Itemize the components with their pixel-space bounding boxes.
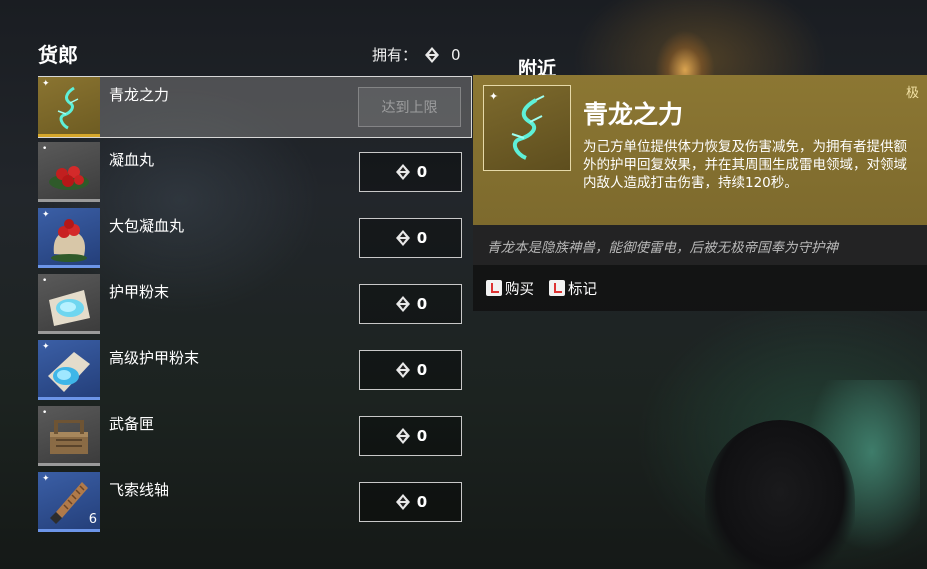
powder-icon: [49, 290, 90, 326]
item-name: 飞索线轴: [109, 481, 170, 499]
shop-item-list: ✦ 青龙之力 达到上限 • 凝血丸 0 ✦ 大包凝血丸 0 • 护甲粉末 0 ✦…: [38, 76, 472, 538]
buy-button[interactable]: 0: [359, 284, 462, 324]
grade-badge: 极: [905, 86, 919, 101]
buy-button[interactable]: 0: [359, 152, 462, 192]
shop-item-row[interactable]: • 护甲粉末 0: [38, 274, 472, 340]
limit-reached-button: 达到上限: [358, 87, 461, 127]
owned-currency: 拥有： 0: [372, 44, 461, 65]
buy-action[interactable]: 购买: [486, 278, 534, 299]
crate-icon: [50, 420, 88, 454]
coin-icon: [394, 427, 412, 445]
detail-header: ✦ 青龙之力 极 为己方单位提供体力恢复及伤害减免，为拥有者提供额外的护甲回复效…: [473, 75, 927, 225]
buy-button[interactable]: 0: [359, 416, 462, 456]
price-label: 达到上限: [381, 100, 438, 116]
shop-item-row[interactable]: ✦ 青龙之力 达到上限: [38, 76, 472, 138]
item-name: 护甲粉末: [109, 283, 170, 301]
pill-bag-icon: [51, 219, 87, 262]
background-lightning-glow: [800, 380, 920, 560]
owned-count: 0: [451, 45, 461, 64]
dragon-icon: [511, 95, 545, 160]
detail-item-name: 青龙之力: [583, 100, 684, 129]
coin-icon: [394, 295, 412, 313]
item-thumbnail: •: [38, 274, 100, 334]
item-name: 凝血丸: [109, 151, 155, 169]
item-thumbnail: ✦: [38, 340, 100, 400]
coin-icon: [394, 361, 412, 379]
coin-icon: [394, 229, 412, 247]
item-thumbnail: •: [38, 406, 100, 466]
detail-thumbnail: ✦: [483, 85, 571, 171]
mark-action[interactable]: 标记: [549, 278, 597, 299]
buy-action-label: 购买: [505, 281, 534, 298]
item-thumbnail: ✦: [38, 208, 100, 268]
key-icon: [549, 280, 565, 296]
pill-icon: [49, 166, 89, 190]
detail-description: 为己方单位提供体力恢复及伤害减免，为拥有者提供额外的护甲回复效果，并在其周围生成…: [583, 139, 907, 191]
owned-label: 拥有：: [372, 46, 418, 64]
shop-item-row[interactable]: • 凝血丸 0: [38, 142, 472, 208]
key-icon: [486, 280, 502, 296]
powder-icon: [48, 352, 90, 392]
buy-button[interactable]: 0: [359, 218, 462, 258]
detail-lore: 青龙本是隐族神兽，能御使雷电，后被无极帝国奉为守护神: [473, 225, 927, 265]
price-label: 0: [416, 229, 428, 247]
mark-action-label: 标记: [568, 281, 597, 298]
coin-icon: [394, 163, 412, 181]
detail-actions: 购买 标记: [473, 265, 927, 311]
buy-button[interactable]: 0: [359, 482, 462, 522]
item-name: 武备匣: [109, 415, 155, 433]
price-label: 0: [416, 295, 428, 313]
coin-icon: [423, 46, 441, 64]
price-label: 0: [416, 163, 428, 181]
dragon-icon: [57, 86, 79, 130]
shop-title: 货郎: [38, 43, 78, 67]
buy-button[interactable]: 0: [359, 350, 462, 390]
item-thumbnail: •: [38, 142, 100, 202]
item-name: 青龙之力: [109, 86, 170, 104]
coin-icon: [394, 493, 412, 511]
background-character: [705, 420, 855, 569]
item-quantity: 6: [88, 512, 97, 527]
item-thumbnail: ✦ 6: [38, 472, 100, 532]
shop-item-row[interactable]: ✦ 大包凝血丸 0: [38, 208, 472, 274]
item-detail-panel: ✦ 青龙之力 极 为己方单位提供体力恢复及伤害减免，为拥有者提供额外的护甲回复效…: [473, 75, 927, 311]
item-thumbnail: ✦: [38, 77, 100, 137]
price-label: 0: [416, 427, 428, 445]
price-label: 0: [416, 493, 428, 511]
rope-spool-icon: [50, 482, 88, 524]
item-name: 大包凝血丸: [109, 217, 185, 235]
item-name: 高级护甲粉末: [109, 349, 200, 367]
price-label: 0: [416, 361, 428, 379]
shop-item-row[interactable]: • 武备匣 0: [38, 406, 472, 472]
shop-item-row[interactable]: ✦ 6 飞索线轴 0: [38, 472, 472, 538]
shop-item-row[interactable]: ✦ 高级护甲粉末 0: [38, 340, 472, 406]
